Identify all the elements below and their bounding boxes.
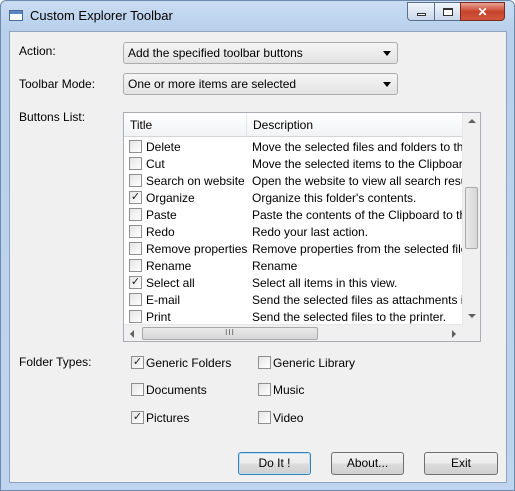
vertical-scrollbar[interactable] — [462, 113, 480, 324]
list-item-title: Cut — [146, 157, 165, 171]
column-header-title[interactable]: Title — [124, 113, 247, 136]
list-item[interactable]: ✓ Select all Select all items in this vi… — [124, 274, 462, 291]
list-item-title: Remove properties — [146, 242, 248, 256]
list-item-title: Print — [146, 310, 171, 324]
checkbox-label: Generic Library — [273, 356, 356, 370]
checkbox-box[interactable]: ✓ — [131, 356, 144, 369]
checkbox-label: Video — [273, 411, 304, 425]
list-item[interactable]: Rename Rename — [124, 257, 462, 274]
toolbar-mode-dropdown-value: One or more items are selected — [128, 77, 297, 91]
maximize-icon — [442, 7, 453, 16]
list-item-description: Send the selected files as attachments i… — [252, 293, 462, 307]
window-title: Custom Explorer Toolbar — [30, 8, 173, 23]
list-item-title: Organize — [146, 191, 195, 205]
checkbox-box[interactable]: ✓ — [131, 411, 144, 424]
list-item[interactable]: Search on website Open the website to vi… — [124, 172, 462, 189]
list-item-description: Organize this folder's contents. — [252, 191, 417, 205]
list-item-description: Rename — [252, 259, 298, 273]
list-item[interactable]: ✓ Organize Organize this folder's conten… — [124, 189, 462, 206]
minimize-button[interactable] — [407, 2, 434, 21]
action-dropdown-value: Add the specified toolbar buttons — [128, 46, 303, 60]
chevron-down-icon — [383, 51, 391, 56]
exit-button[interactable]: Exit — [424, 452, 498, 475]
scroll-left-icon[interactable] — [130, 330, 134, 338]
checkbox-label: Generic Folders — [146, 356, 232, 370]
scroll-right-icon[interactable] — [452, 330, 456, 338]
minimize-icon — [416, 13, 426, 16]
list-item[interactable]: Cut Move the selected items to the Clipb… — [124, 155, 462, 172]
dialog-body: Action: Add the specified toolbar button… — [9, 31, 507, 483]
list-item-description: Remove properties from the selected file… — [252, 242, 462, 256]
app-window-icon[interactable] — [9, 10, 23, 21]
list-item-title: Paste — [146, 208, 177, 222]
list-item-title: E-mail — [146, 293, 181, 307]
list-item-description: Move the selected files and folders to t… — [252, 140, 462, 154]
list-item[interactable]: Remove properties Remove properties from… — [124, 240, 462, 257]
list-item-checkbox[interactable] — [129, 242, 142, 255]
list-item[interactable]: Redo Redo your last action. — [124, 223, 462, 240]
list-item[interactable]: Delete Move the selected files and folde… — [124, 138, 462, 155]
checkbox-box[interactable] — [258, 411, 271, 424]
folder-types-label: Folder Types: — [19, 355, 92, 369]
title-bar[interactable]: Custom Explorer Toolbar ✕ — [1, 1, 514, 31]
list-item-title: Redo — [146, 225, 175, 239]
list-rows: Delete Move the selected files and folde… — [124, 138, 462, 324]
grip-icon: III — [225, 328, 235, 337]
list-item[interactable]: E-mail Send the selected files as attach… — [124, 291, 462, 308]
list-item-description: Select all items in this view. — [252, 276, 398, 290]
app-window: Custom Explorer Toolbar ✕ Action: Add th… — [0, 0, 515, 491]
list-item-checkbox[interactable]: ✓ — [129, 276, 142, 289]
scrollbar-corner — [462, 324, 480, 341]
list-item-checkbox[interactable]: ✓ — [129, 191, 142, 204]
buttons-list[interactable]: Title Description Delete Move the select… — [123, 112, 481, 342]
maximize-button[interactable] — [434, 2, 460, 21]
list-item[interactable]: Print Send the selected files to the pri… — [124, 308, 462, 324]
list-item-description: Paste the contents of the Clipboard to t… — [252, 208, 462, 222]
list-header: Title Description — [124, 113, 462, 137]
scroll-up-icon[interactable] — [468, 119, 476, 123]
chevron-down-icon — [383, 82, 391, 87]
list-item-checkbox[interactable] — [129, 225, 142, 238]
toolbar-mode-label: Toolbar Mode: — [19, 77, 96, 91]
list-item-description: Move the selected items to the Clipboard… — [252, 157, 462, 171]
list-item-description: Send the selected files to the printer. — [252, 310, 447, 324]
list-item[interactable]: Paste Paste the contents of the Clipboar… — [124, 206, 462, 223]
column-header-description[interactable]: Description — [247, 113, 462, 136]
checkbox-label: Documents — [146, 383, 207, 397]
buttons-list-label: Buttons List: — [19, 110, 86, 124]
close-button[interactable]: ✕ — [460, 2, 505, 21]
list-item-title: Delete — [146, 140, 181, 154]
list-item-description: Open the website to view all search resu… — [252, 174, 462, 188]
checkbox-label: Music — [273, 383, 305, 397]
list-item-title: Select all — [146, 276, 195, 290]
list-item-checkbox[interactable] — [129, 157, 142, 170]
list-item-checkbox[interactable] — [129, 174, 142, 187]
action-dropdown[interactable]: Add the specified toolbar buttons — [123, 42, 398, 64]
scroll-down-icon[interactable] — [468, 314, 476, 318]
list-item-checkbox[interactable] — [129, 259, 142, 272]
list-item-checkbox[interactable] — [129, 140, 142, 153]
checkbox-box[interactable] — [258, 356, 271, 369]
close-icon: ✕ — [477, 4, 488, 19]
horizontal-scrollbar[interactable]: III — [124, 324, 462, 341]
toolbar-mode-dropdown[interactable]: One or more items are selected — [123, 73, 398, 95]
about-button[interactable]: About... — [331, 452, 404, 475]
list-item-checkbox[interactable] — [129, 293, 142, 306]
checkbox-box[interactable] — [131, 383, 144, 396]
list-item-description: Redo your last action. — [252, 225, 369, 239]
caption-buttons: ✕ — [407, 2, 505, 22]
action-label: Action: — [19, 44, 56, 58]
horizontal-scroll-thumb[interactable]: III — [142, 327, 318, 340]
do-it-button[interactable]: Do It ! — [238, 452, 311, 475]
list-item-title: Search on website — [146, 174, 245, 188]
list-item-checkbox[interactable] — [129, 310, 142, 323]
checkbox-label: Pictures — [146, 411, 190, 425]
checkbox-box[interactable] — [258, 383, 271, 396]
vertical-scroll-thumb[interactable] — [465, 187, 478, 249]
list-item-checkbox[interactable] — [129, 208, 142, 221]
list-item-title: Rename — [146, 259, 192, 273]
